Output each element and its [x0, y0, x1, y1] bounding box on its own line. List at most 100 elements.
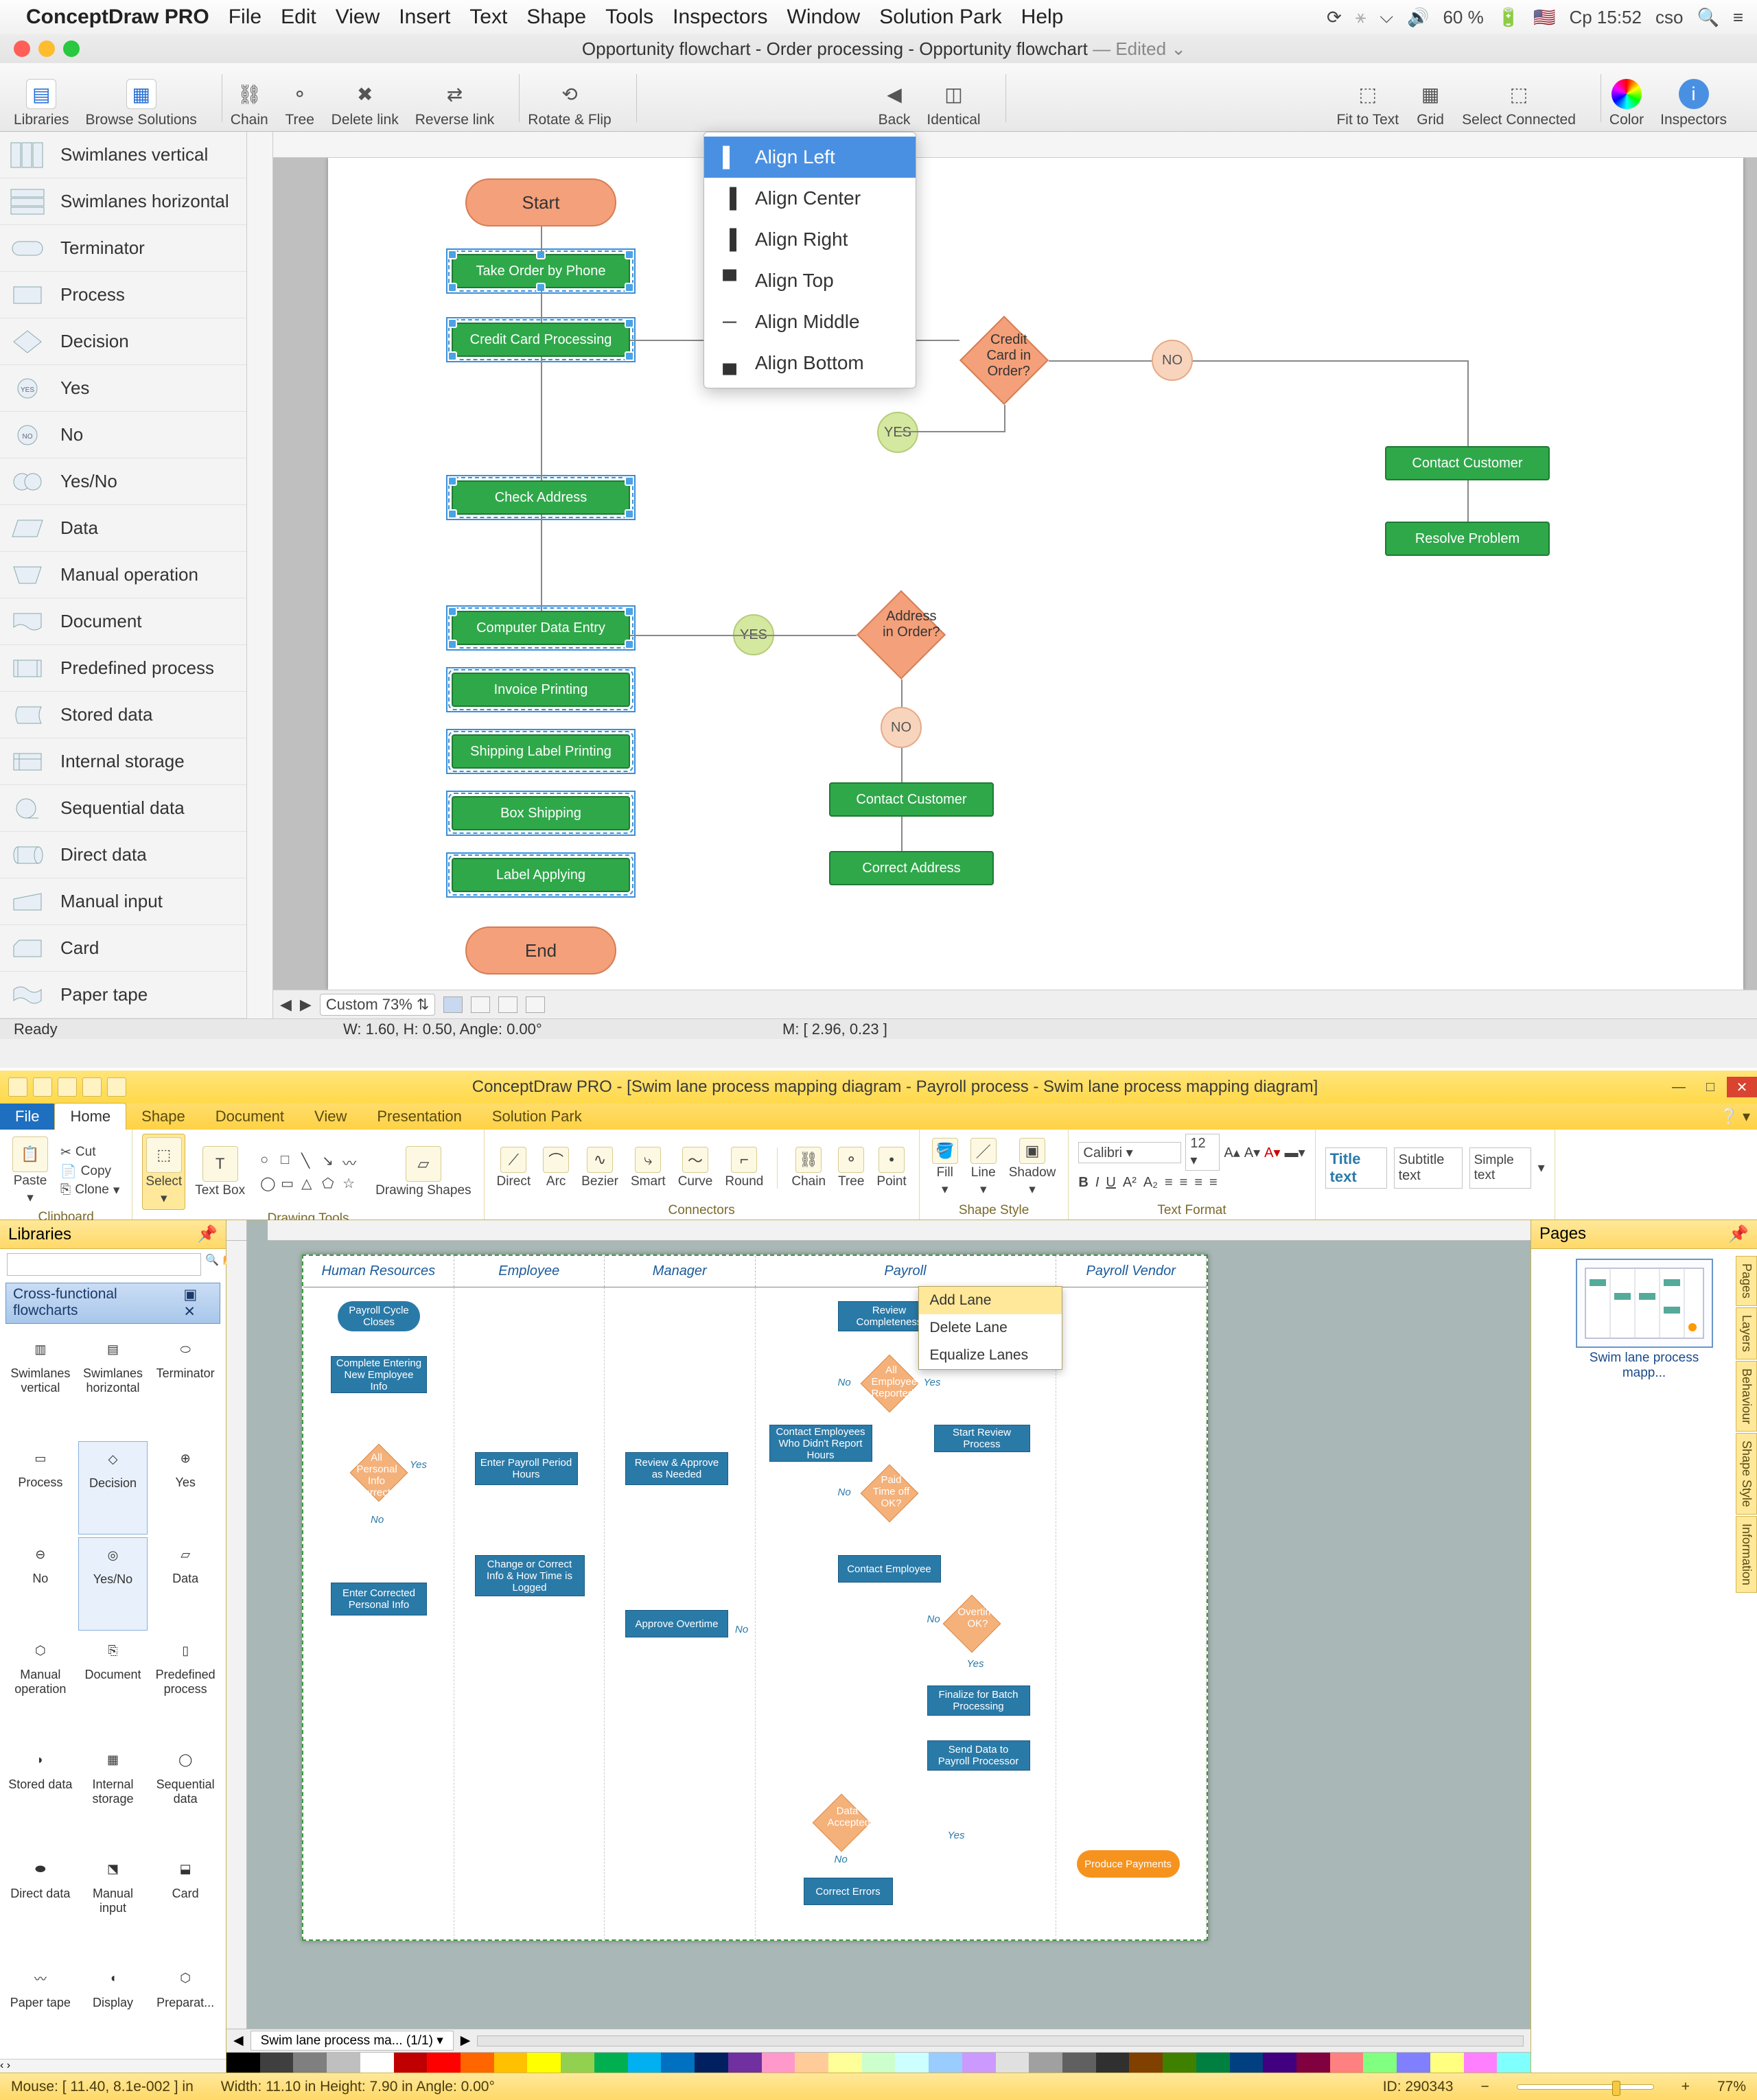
shape-card[interactable]: Card — [0, 925, 246, 972]
color-swatch[interactable] — [895, 2053, 929, 2073]
color-swatch[interactable] — [661, 2053, 695, 2073]
tab-document[interactable]: Document — [200, 1104, 299, 1130]
node-start[interactable]: Start — [465, 178, 616, 226]
zoom-window[interactable] — [63, 40, 80, 57]
line-button[interactable]: ／Line▾ — [968, 1135, 999, 1200]
n-produce[interactable]: Produce Payments — [1077, 1850, 1180, 1878]
menu-inspectors[interactable]: Inspectors — [673, 5, 767, 29]
shape-process[interactable]: Process — [0, 272, 246, 318]
page[interactable]: Start Take Order by Phone Credit Card Pr… — [328, 158, 1743, 990]
lib-swimlanes-h[interactable]: ▤Swimlanes horizontal — [78, 1332, 148, 1438]
lib-pin-icon[interactable]: 📌 — [197, 1224, 218, 1244]
paste-button[interactable]: 📋Paste▾ — [10, 1134, 51, 1209]
shape-yesno[interactable]: Yes/No — [0, 458, 246, 505]
node-invoice[interactable]: Invoice Printing — [452, 673, 630, 707]
node-data-entry[interactable]: Computer Data Entry — [452, 611, 630, 645]
shape-document[interactable]: Document — [0, 598, 246, 645]
shrink-font[interactable]: A▾ — [1244, 1144, 1260, 1161]
n-paid-time[interactable]: Paid Time off OK? — [862, 1466, 917, 1521]
color-swatch[interactable] — [728, 2053, 762, 2073]
style-subtitle[interactable]: Subtitle text — [1394, 1147, 1463, 1189]
identical-button[interactable]: ◫Identical — [927, 79, 980, 128]
select-connected-button[interactable]: ⬚Select Connected — [1462, 79, 1576, 128]
underline-button[interactable]: U — [1106, 1175, 1115, 1191]
lib-internal[interactable]: ▦Internal storage — [78, 1743, 148, 1850]
zoom-in[interactable]: + — [1682, 2079, 1690, 2095]
align-middle-item[interactable]: ─Align Middle — [704, 301, 916, 342]
n-complete-enter[interactable]: Complete Entering New Employee Info — [331, 1356, 427, 1393]
color-swatch[interactable] — [1096, 2053, 1130, 2073]
conn-chain[interactable]: ⛓Chain — [789, 1144, 828, 1192]
menu-text[interactable]: Text — [469, 5, 507, 29]
bluetooth-icon[interactable]: ⚹ — [1355, 6, 1366, 28]
canvas[interactable]: Start Take Order by Phone Credit Card Pr… — [273, 158, 1757, 990]
font-family[interactable]: Calibri ▾ — [1078, 1142, 1181, 1163]
menu-help[interactable]: Help — [1021, 5, 1064, 29]
back-button[interactable]: ◀Back — [878, 79, 911, 128]
lib-sequential[interactable]: ◯Sequential data — [150, 1743, 220, 1850]
lib-document[interactable]: ⎘Document — [78, 1633, 148, 1740]
n-contact-emp2[interactable]: Contact Employee — [838, 1555, 941, 1583]
node-cc-processing[interactable]: Credit Card Processing — [452, 323, 630, 357]
delete-link-button[interactable]: ✖Delete link — [331, 79, 399, 128]
lane-hdr-vendor[interactable]: Payroll Vendor — [1056, 1256, 1207, 1287]
win-canvas[interactable]: Human Resources Employee Manager Payroll… — [247, 1241, 1531, 2029]
browse-solutions-button[interactable]: ▦Browse Solutions — [86, 79, 197, 128]
shape-terminator[interactable]: Terminator — [0, 225, 246, 272]
n-enter-period[interactable]: Enter Payroll Period Hours — [475, 1452, 578, 1485]
lane-emp[interactable]: Enter Payroll Period Hours Change or Cor… — [454, 1287, 605, 1939]
tree-button[interactable]: ⚬Tree — [285, 79, 315, 128]
shape-decision[interactable]: Decision — [0, 318, 246, 365]
menu-edit[interactable]: Edit — [281, 5, 316, 29]
lib-direct[interactable]: ⬬Direct data — [5, 1852, 75, 1959]
view-mode-2[interactable] — [471, 996, 490, 1013]
ctx-equalize-lanes[interactable]: Equalize Lanes — [919, 1342, 1062, 1369]
tab-prev[interactable]: ◀ — [233, 2033, 244, 2049]
lib-terminator[interactable]: ⬭Terminator — [150, 1332, 220, 1438]
zoom-out[interactable]: − — [1480, 2079, 1489, 2095]
conn-point[interactable]: •Point — [874, 1144, 909, 1192]
hscroll-right[interactable]: ▶ — [300, 996, 312, 1014]
color-swatch[interactable] — [862, 2053, 896, 2073]
lib-stored[interactable]: ◗Stored data — [5, 1743, 75, 1850]
color-swatch[interactable] — [962, 2053, 996, 2073]
node-correct-addr[interactable]: Correct Address — [829, 851, 994, 885]
drawing-shapes-gallery[interactable]: ○□╲↘〰 ◯▭△⬠☆ — [260, 1152, 360, 1192]
win-close[interactable]: ✕ — [1727, 1077, 1757, 1097]
n-send-data[interactable]: Send Data to Payroll Processor — [927, 1740, 1030, 1771]
color-button[interactable]: Color — [1609, 79, 1644, 128]
lane-hdr-emp[interactable]: Employee — [454, 1256, 605, 1287]
color-swatch[interactable] — [828, 2053, 862, 2073]
grid-button[interactable]: ▦Grid — [1415, 79, 1445, 128]
highlight[interactable]: ▬▾ — [1285, 1144, 1305, 1161]
lib-yesno[interactable]: ◎Yes/No — [78, 1537, 148, 1631]
lib-manual-input[interactable]: ⬔Manual input — [78, 1852, 148, 1959]
rotate-flip-button[interactable]: ⟲Rotate & Flip — [528, 79, 611, 128]
shape-stored[interactable]: Stored data — [0, 692, 246, 738]
tab-view[interactable]: View — [299, 1104, 362, 1130]
spotlight-icon[interactable]: 🔍 — [1697, 7, 1719, 28]
color-swatch[interactable] — [327, 2053, 360, 2073]
color-swatch[interactable] — [1230, 2053, 1264, 2073]
color-swatch[interactable] — [1330, 2053, 1364, 2073]
fill-button[interactable]: 🪣Fill▾ — [929, 1135, 961, 1200]
lib-hscroll[interactable]: ‹ › — [0, 2059, 226, 2073]
qat-icon[interactable] — [8, 1077, 27, 1097]
color-swatch[interactable] — [1397, 2053, 1430, 2073]
color-swatch[interactable] — [695, 2053, 728, 2073]
node-check-address[interactable]: Check Address — [452, 480, 630, 515]
qat-save[interactable] — [33, 1077, 52, 1097]
color-swatch[interactable] — [427, 2053, 461, 2073]
lib-search-input[interactable] — [7, 1253, 201, 1276]
color-swatch[interactable] — [1062, 2053, 1096, 2073]
node-label-apply[interactable]: Label Applying — [452, 858, 630, 892]
color-swatch[interactable] — [628, 2053, 662, 2073]
view-mode-3[interactable] — [498, 996, 517, 1013]
lib-manual-op[interactable]: ⬡Manual operation — [5, 1633, 75, 1740]
doc-tab[interactable]: Swim lane process ma... (1/1) ▾ — [251, 2031, 454, 2051]
textbox-tool[interactable]: TText Box — [192, 1143, 248, 1201]
side-tab-information[interactable]: Information — [1736, 1516, 1757, 1593]
lib-decision[interactable]: ◇Decision — [78, 1441, 148, 1535]
tab-presentation[interactable]: Presentation — [362, 1104, 477, 1130]
lib-category[interactable]: Cross-functional flowcharts▣ ✕ — [5, 1283, 220, 1324]
